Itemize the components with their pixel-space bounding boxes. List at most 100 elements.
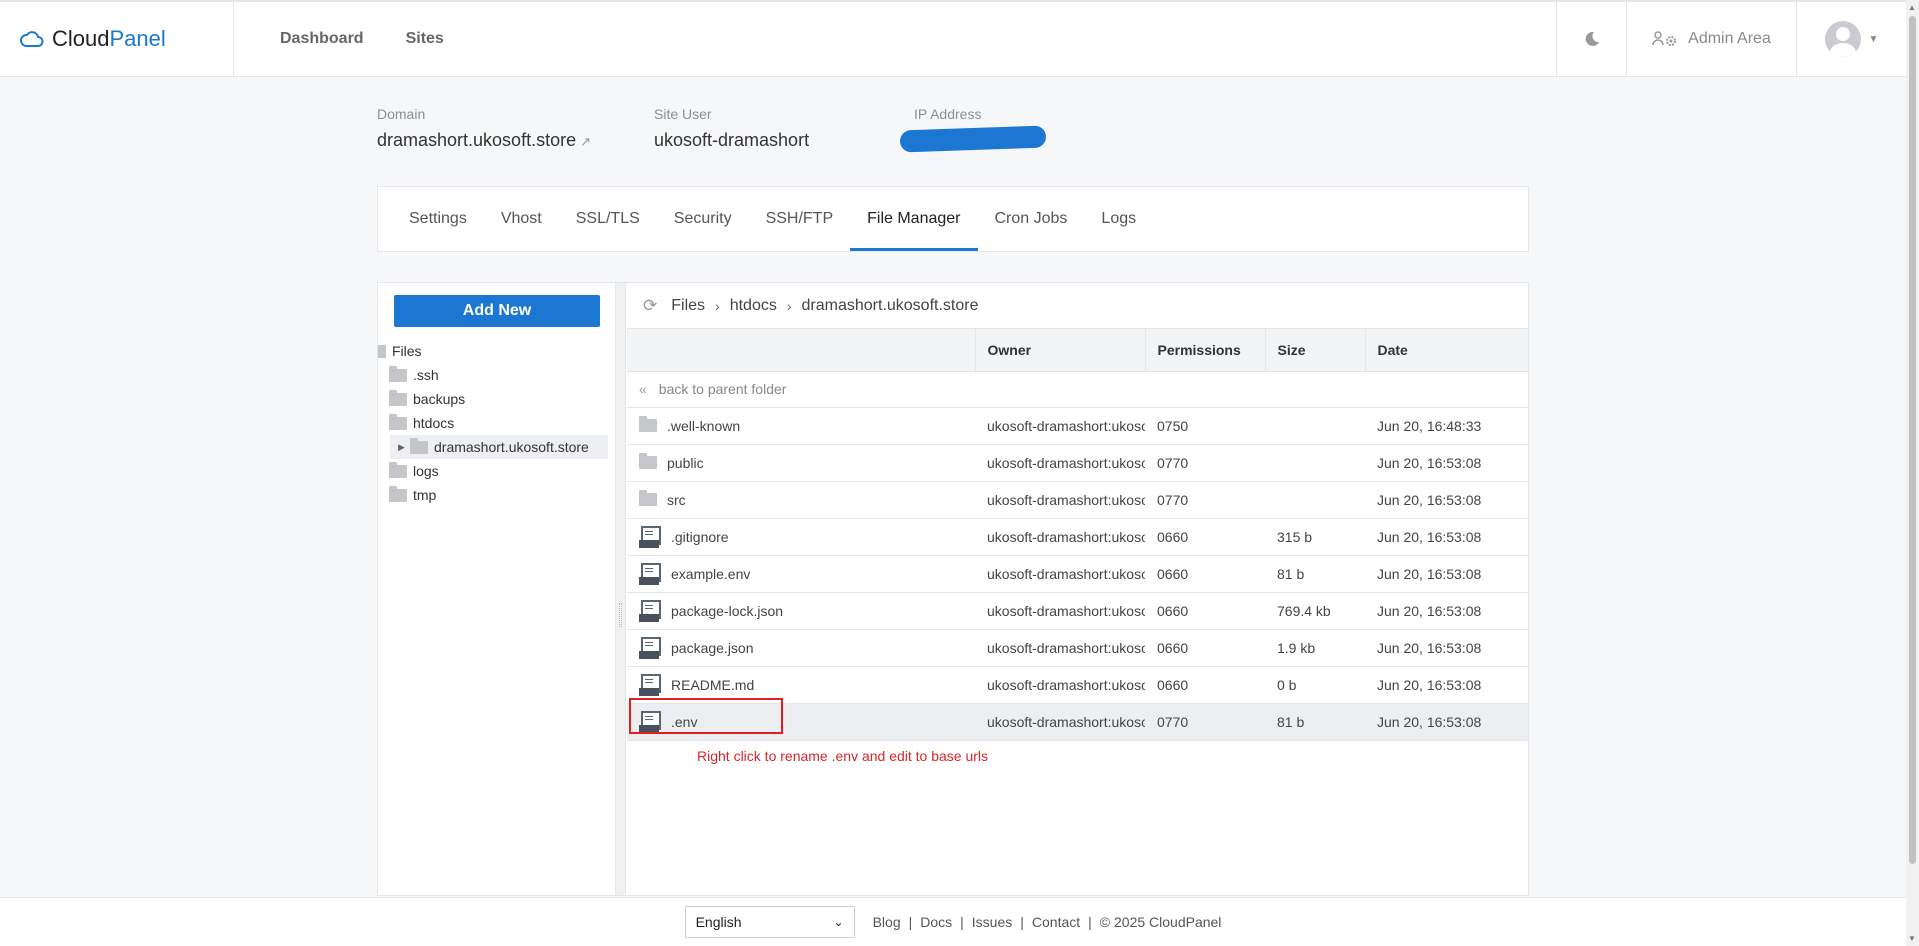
- page-scrollbar[interactable]: ▲ ▼: [1906, 0, 1919, 946]
- file-size: 1.9 kb: [1265, 629, 1365, 667]
- breadcrumb-files[interactable]: Files: [671, 297, 705, 315]
- folder-tree-panel: Add New Files .ssh backups htdocs ▶ dram…: [378, 283, 616, 895]
- scroll-up-icon[interactable]: ▲: [1908, 3, 1916, 12]
- file-owner: ukosoft-dramashort:ukosoft: [975, 666, 1145, 704]
- file-owner: ukosoft-dramashort:ukosoft: [975, 407, 1145, 445]
- table-row[interactable]: public ukosoft-dramashort:ukosoft 0770 Jun …: [627, 444, 1528, 482]
- file-list-panel: ⟳ Files › htdocs › dramashort.ukosoft.st…: [627, 283, 1528, 895]
- file-icon: [639, 562, 661, 585]
- file-size: 769.4 kb: [1265, 592, 1365, 630]
- tab-cron-jobs[interactable]: Cron Jobs: [978, 187, 1085, 251]
- col-name[interactable]: [627, 329, 976, 372]
- file-size: [1265, 481, 1365, 519]
- breadcrumb-htdocs[interactable]: htdocs: [730, 297, 777, 315]
- caret-right-icon[interactable]: ▶: [398, 442, 410, 453]
- file-owner: ukosoft-dramashort:ukosoft: [975, 481, 1145, 519]
- chevron-right-icon: ›: [786, 297, 792, 314]
- tab-settings[interactable]: Settings: [392, 187, 484, 251]
- table-header: Owner Permissions Size Date: [627, 329, 1528, 372]
- chevron-right-icon: ›: [715, 297, 720, 314]
- col-owner[interactable]: Owner: [975, 329, 1146, 372]
- tree-item-htdocs[interactable]: htdocs: [378, 411, 616, 435]
- tab-ssh-ftp[interactable]: SSH/FTP: [749, 187, 851, 251]
- file-permissions: 0770: [1145, 444, 1265, 482]
- table-row[interactable]: package-lock.json ukosoft-dramashort:ukos…: [627, 592, 1528, 630]
- footer-link-contact[interactable]: Contact: [1032, 914, 1080, 930]
- file-name: src: [667, 491, 686, 508]
- add-new-button[interactable]: Add New: [394, 295, 600, 327]
- language-value: English: [695, 914, 742, 930]
- caret-down-icon: ▼: [1868, 33, 1879, 45]
- col-date[interactable]: Date: [1365, 329, 1528, 372]
- dark-mode-toggle[interactable]: [1556, 2, 1626, 76]
- nav-sites[interactable]: Sites: [406, 30, 444, 48]
- site-tabs: Settings Vhost SSL/TLS Security SSH/FTP …: [377, 186, 1529, 252]
- footer-link-issues[interactable]: Issues: [972, 914, 1012, 930]
- footer-link-docs[interactable]: Docs: [920, 914, 952, 930]
- tree-item-backups[interactable]: backups: [378, 387, 616, 411]
- table-row[interactable]: src ukosoft-dramashort:ukosoft 0770 Jun 20,…: [627, 481, 1528, 519]
- site-user-block: Site User ukosoft-dramashort: [654, 106, 914, 151]
- col-permissions[interactable]: Permissions: [1145, 329, 1266, 372]
- file-owner: ukosoft-dramashort:ukosoft: [975, 555, 1145, 593]
- splitter-grip[interactable]: [619, 603, 622, 627]
- external-link-icon[interactable]: ↗: [580, 134, 591, 149]
- footer-link-blog[interactable]: Blog: [873, 914, 901, 930]
- file-icon: [639, 599, 661, 622]
- tree-item-dramashort[interactable]: ▶ dramashort.ukosoft.store: [390, 435, 608, 459]
- redacted-ip: [899, 125, 1047, 153]
- tab-vhost[interactable]: Vhost: [484, 187, 559, 251]
- tree-item-files[interactable]: Files: [378, 339, 616, 363]
- file-permissions: 0660: [1145, 592, 1265, 630]
- site-info: Domain dramashort.ukosoft.store ↗ Site Us…: [377, 106, 1047, 153]
- refresh-icon[interactable]: ⟳: [643, 296, 657, 316]
- user-menu[interactable]: ▼: [1796, 2, 1906, 76]
- domain-label: Domain: [377, 106, 426, 122]
- panel-splitter[interactable]: [616, 283, 626, 895]
- file-owner: ukosoft-dramashort:ukosoft: [975, 629, 1145, 667]
- file-size: 81 b: [1265, 703, 1365, 741]
- file-permissions: 0770: [1145, 703, 1265, 741]
- file-date: Jun 20, 16:53:08: [1365, 703, 1528, 741]
- tree-item-logs[interactable]: logs: [378, 459, 616, 483]
- file-size: 81 b: [1265, 555, 1365, 593]
- language-select[interactable]: English ⌄: [684, 906, 855, 938]
- chevron-down-icon: ⌄: [833, 915, 844, 929]
- file-date: Jun 20, 16:53:08: [1365, 592, 1528, 630]
- tree-item-ssh[interactable]: .ssh: [378, 363, 616, 387]
- col-size[interactable]: Size: [1265, 329, 1366, 372]
- tab-logs[interactable]: Logs: [1084, 187, 1153, 251]
- back-to-parent-row[interactable]: « back to parent folder: [627, 371, 1528, 408]
- file-icon: [639, 636, 661, 659]
- table-row[interactable]: .gitignore ukosoft-dramashort:ukosoft 0660…: [627, 518, 1528, 556]
- tab-security[interactable]: Security: [657, 187, 749, 251]
- admin-area-link[interactable]: Admin Area: [1626, 2, 1796, 76]
- file-permissions: 0770: [1145, 481, 1265, 519]
- file-permissions: 0660: [1145, 555, 1265, 593]
- table-row[interactable]: .well-known ukosoft-dramashort:ukosoft 075…: [627, 407, 1528, 445]
- scroll-down-icon[interactable]: ▼: [1908, 934, 1916, 943]
- nav-dashboard[interactable]: Dashboard: [280, 30, 364, 48]
- scroll-thumb[interactable]: [1909, 16, 1916, 864]
- file-name: package.json: [671, 639, 754, 656]
- avatar: [1824, 21, 1861, 57]
- breadcrumb-current[interactable]: dramashort.ukosoft.store: [802, 297, 979, 315]
- domain-block: Domain dramashort.ukosoft.store ↗: [377, 106, 654, 151]
- divider: |: [908, 914, 913, 930]
- domain-value[interactable]: dramashort.ukosoft.store: [377, 130, 576, 150]
- table-row[interactable]: package.json ukosoft-dramashort:ukosoft 06…: [627, 629, 1528, 667]
- file-size: 315 b: [1265, 518, 1365, 556]
- ip-label: IP Address: [914, 106, 982, 122]
- file-owner: ukosoft-dramashort:ukosoft: [975, 444, 1145, 482]
- file-permissions: 0660: [1145, 666, 1265, 704]
- tree-item-tmp[interactable]: tmp: [378, 483, 616, 507]
- logo[interactable]: CloudPanel: [0, 2, 234, 76]
- table-row[interactable]: example.env ukosoft-dramashort:ukosoft 066…: [627, 555, 1528, 593]
- tab-file-manager[interactable]: File Manager: [850, 187, 978, 251]
- file-manager: Add New Files .ssh backups htdocs ▶ dram…: [377, 282, 1529, 896]
- file-name: package-lock.json: [671, 602, 784, 619]
- tab-ssl-tls[interactable]: SSL/TLS: [559, 187, 657, 251]
- folder-icon: [639, 490, 657, 506]
- folder-icon: [639, 453, 657, 469]
- file-date: Jun 20, 16:48:33: [1365, 407, 1528, 445]
